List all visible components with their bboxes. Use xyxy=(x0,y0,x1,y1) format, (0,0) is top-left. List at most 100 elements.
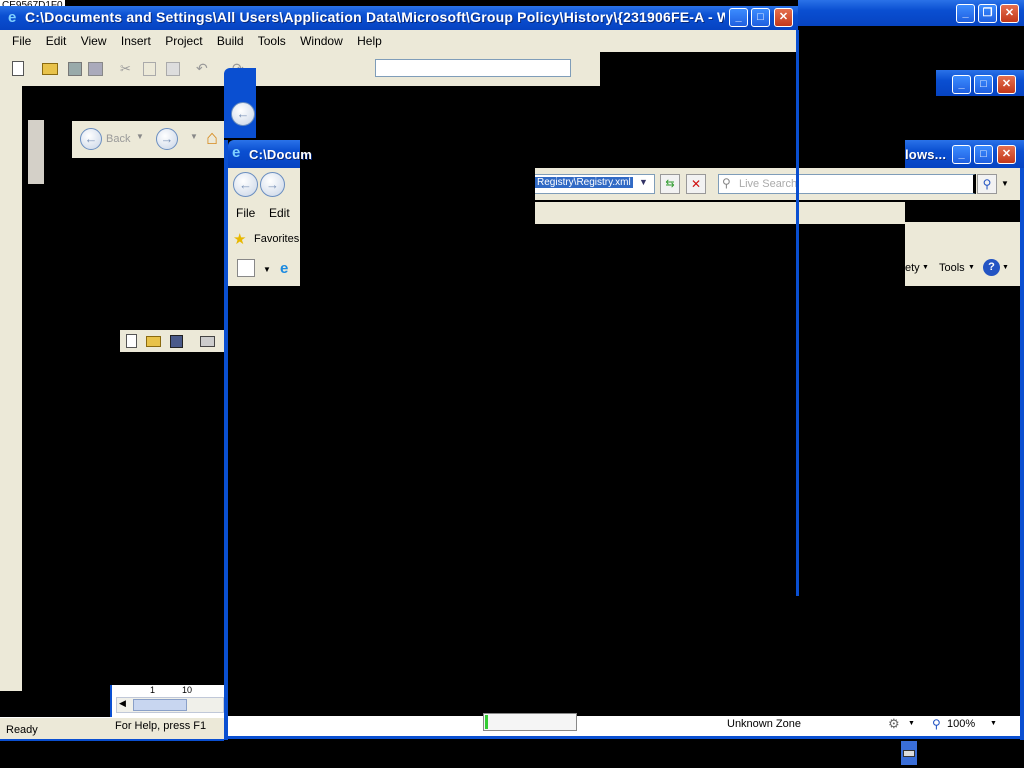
menu-view[interactable]: View xyxy=(81,34,107,48)
search-input[interactable]: ⚲ Live Search xyxy=(718,174,976,194)
protected-dropdown-icon[interactable]: ▼ xyxy=(908,720,915,727)
scroll-left-icon[interactable]: ◀ xyxy=(119,698,126,709)
ie-back-icon[interactable]: ← xyxy=(233,172,258,197)
ie-title-right: lows... xyxy=(905,147,947,162)
search-dropdown-icon[interactable]: ▼ xyxy=(1001,179,1009,188)
menu-window[interactable]: Window xyxy=(300,34,343,48)
ie-menu-file[interactable]: File xyxy=(236,206,255,220)
ie-maximize-button[interactable]: □ xyxy=(974,145,993,164)
vs-hscroll-area: 1 10 ◀ xyxy=(110,685,226,717)
tools-menu[interactable]: Tools xyxy=(939,262,965,274)
open-icon[interactable] xyxy=(146,336,161,347)
keyboard-tray-icon[interactable] xyxy=(901,741,917,765)
stop-icon[interactable]: ✕ xyxy=(686,174,706,194)
find-combo[interactable] xyxy=(375,59,571,77)
favorites-label[interactable]: Favorites xyxy=(254,233,299,245)
ruler-mark-1: 1 xyxy=(150,685,156,695)
copy-icon[interactable] xyxy=(143,62,156,76)
explorer-nav-bar: ← Back ▼ → ▼ ⌂ xyxy=(72,121,224,158)
vs-menubar: File Edit View Insert Project Build Tool… xyxy=(0,30,798,52)
back-arrow-icon[interactable]: ← xyxy=(80,128,102,150)
vs-right-border xyxy=(796,30,799,596)
ie-right-border xyxy=(1020,168,1024,740)
address-bar[interactable]: Registry\Registry.xml ▼ xyxy=(535,174,655,194)
ie-address-underline xyxy=(535,200,905,224)
search-magnifier-icon: ⚲ xyxy=(722,176,731,190)
vs-statusbar: Ready For Help, press F1 xyxy=(0,717,224,740)
bg-minimize-button[interactable]: _ xyxy=(956,4,975,23)
tab-grid-icon[interactable] xyxy=(237,259,255,277)
address-value[interactable]: Registry\Registry.xml xyxy=(535,177,633,188)
menu-edit[interactable]: Edit xyxy=(46,34,67,48)
ruler-mark-10: 10 xyxy=(182,685,193,695)
bg-close-button[interactable]: ✕ xyxy=(1000,4,1019,23)
open-folder-icon[interactable] xyxy=(42,63,58,75)
hscrollbar[interactable]: ◀ xyxy=(116,697,224,713)
zoom-dropdown-icon[interactable]: ▼ xyxy=(990,720,997,727)
cut-icon[interactable]: ✂ xyxy=(120,61,136,77)
back-label[interactable]: Back xyxy=(106,133,130,145)
tab-list-dropdown-icon[interactable]: ▼ xyxy=(263,265,271,274)
bg2-maximize-button[interactable]: □ xyxy=(974,75,993,94)
vs-close-button[interactable]: ✕ xyxy=(774,8,793,27)
zoom-icon[interactable]: ⚲ xyxy=(932,717,941,731)
vs-toolbar: ✂ ↶ ↷ xyxy=(0,52,600,86)
forward-arrow-icon[interactable]: → xyxy=(156,128,178,150)
vs-left-strip xyxy=(0,86,22,116)
menu-tools[interactable]: Tools xyxy=(258,34,286,48)
new-doc-icon[interactable] xyxy=(126,334,137,348)
save-all-icon[interactable] xyxy=(88,62,103,76)
ie-left-border xyxy=(224,140,228,740)
ie-minimize-button[interactable]: _ xyxy=(952,145,971,164)
bg2-minimize-button[interactable]: _ xyxy=(952,75,971,94)
address-dropdown-icon[interactable]: ▼ xyxy=(639,177,648,187)
refresh-icon[interactable]: ⇆ xyxy=(660,174,680,194)
print-icon[interactable] xyxy=(200,336,215,347)
home-icon[interactable]: ⌂ xyxy=(206,127,218,150)
ie-title-left: C:\Docum xyxy=(249,147,312,162)
help-dropdown-icon[interactable]: ▼ xyxy=(1002,264,1009,271)
safety-dropdown-icon[interactable]: ▼ xyxy=(922,264,929,271)
zoom-level[interactable]: 100% xyxy=(947,718,975,730)
status-help: For Help, press F1 xyxy=(115,720,207,732)
floating-toolbar xyxy=(120,330,224,352)
favorites-star-icon[interactable]: ★ xyxy=(233,230,246,248)
paste-icon[interactable] xyxy=(166,62,180,76)
search-button-icon[interactable]: ⚲ xyxy=(977,174,997,194)
ie-tab-icon[interactable]: e xyxy=(280,260,288,277)
vs-titlebar: e C:\Documents and Settings\All Users\Ap… xyxy=(0,6,798,30)
menu-insert[interactable]: Insert xyxy=(121,34,151,48)
menu-help[interactable]: Help xyxy=(357,34,382,48)
security-zone: Unknown Zone xyxy=(727,718,801,730)
progress-fill xyxy=(485,715,488,729)
middle-back-icon[interactable]: ← xyxy=(231,102,255,126)
save-doc-icon[interactable] xyxy=(170,335,183,348)
tools-dropdown-icon[interactable]: ▼ xyxy=(968,264,975,271)
menu-file[interactable]: File xyxy=(12,34,31,48)
protected-mode-icon[interactable]: ⚙ xyxy=(888,716,900,732)
ie-title-icon: e xyxy=(232,144,241,161)
vs-window-title: C:\Documents and Settings\All Users\Appl… xyxy=(25,9,725,25)
forward-dropdown-icon[interactable]: ▼ xyxy=(190,132,198,141)
safety-menu[interactable]: ety xyxy=(905,262,920,274)
scroll-thumb[interactable] xyxy=(133,699,187,711)
undo-icon[interactable]: ↶ xyxy=(196,60,212,76)
vs-maximize-button[interactable]: □ xyxy=(751,8,770,27)
menu-project[interactable]: Project xyxy=(165,34,202,48)
save-icon[interactable] xyxy=(68,62,82,76)
bg-restore-button[interactable]: ❐ xyxy=(978,4,997,23)
vs-bottom-line xyxy=(0,739,224,741)
ie-forward-icon[interactable]: → xyxy=(260,172,285,197)
ie-close-button[interactable]: ✕ xyxy=(997,145,1016,164)
ie-bottom-border xyxy=(224,736,1024,739)
bg2-close-button[interactable]: ✕ xyxy=(997,75,1016,94)
back-dropdown-icon[interactable]: ▼ xyxy=(136,132,144,141)
new-file-icon[interactable] xyxy=(12,61,24,76)
help-icon[interactable]: ? xyxy=(983,259,1000,276)
ie-menu-edit[interactable]: Edit xyxy=(269,206,290,220)
vs-minimize-button[interactable]: _ xyxy=(729,8,748,27)
ie-command-bar: ety ▼ Tools ▼ ? ▼ xyxy=(905,222,1024,286)
menu-build[interactable]: Build xyxy=(217,34,244,48)
search-placeholder: Live Search xyxy=(739,178,798,190)
ie-left-toolbar: ← → File Edit ★ Favorites ▼ e xyxy=(228,168,300,286)
